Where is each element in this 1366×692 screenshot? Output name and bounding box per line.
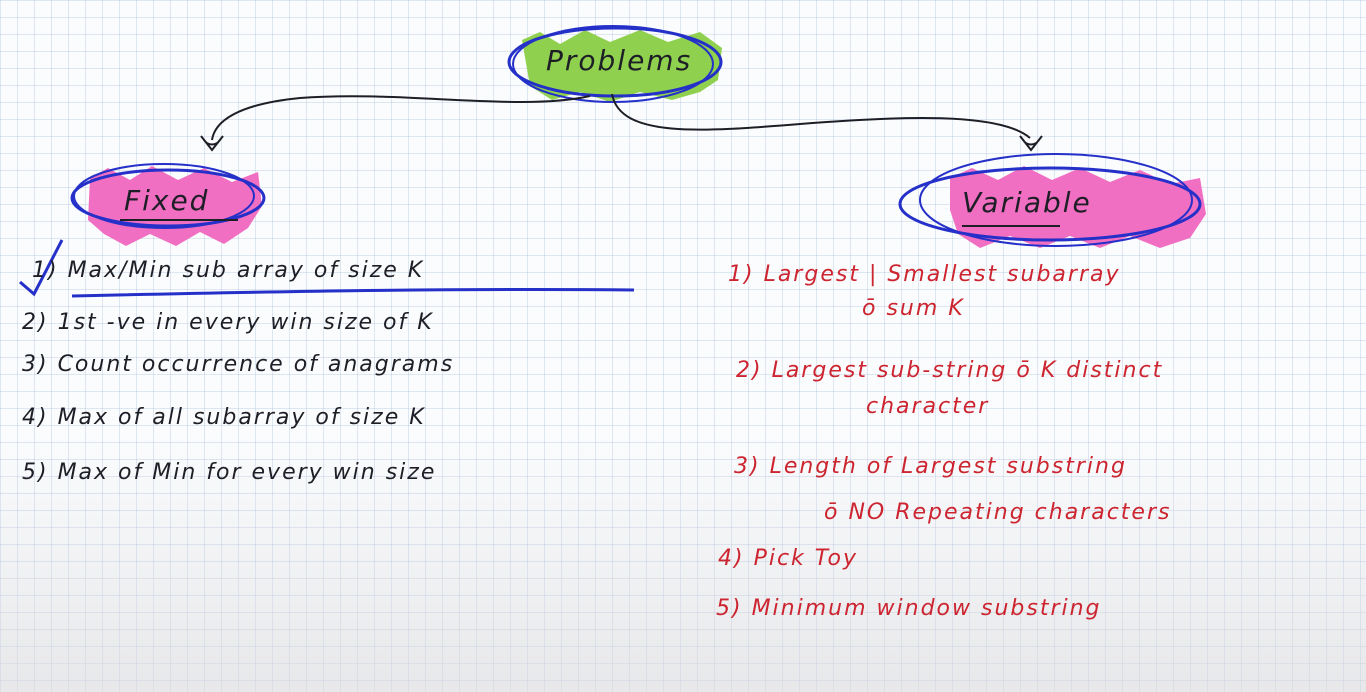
variable-item-line: 3) Length of Largest substring — [734, 454, 1127, 479]
variable-item-line: character — [866, 394, 990, 419]
variable-item-line: 2) Largest sub-string ō K distinct — [736, 358, 1164, 383]
fixed-item: 3) Count occurrence of anagrams — [22, 352, 455, 377]
fixed-node-label: Fixed — [124, 184, 210, 217]
mindmap-drawing — [19, 25, 1206, 298]
fixed-item: 5) Max of Min for every win size — [22, 460, 437, 485]
root-node-label: Problems — [546, 44, 693, 77]
variable-item-line: ō NO Repeating characters — [824, 500, 1172, 525]
item1-underline — [71, 287, 635, 298]
arrow-right-connector — [611, 93, 1031, 139]
fixed-item: 4) Max of all subarray of size K — [22, 405, 426, 430]
variable-node-label: Variable — [962, 186, 1092, 219]
variable-item-line: 1) Largest | Smallest subarray — [728, 262, 1121, 287]
variable-item-line: 5) Minimum window substring — [716, 596, 1102, 621]
fixed-item: 1) Max/Min sub array of size K — [32, 258, 425, 283]
arrow-left-connector — [211, 95, 591, 141]
variable-item-line: ō sum K — [862, 296, 965, 321]
fixed-item: 2) 1st -ve in every win size of K — [22, 310, 434, 335]
variable-item-line: 4) Pick Toy — [718, 546, 858, 571]
arrow-right-head-icon — [1019, 135, 1043, 152]
